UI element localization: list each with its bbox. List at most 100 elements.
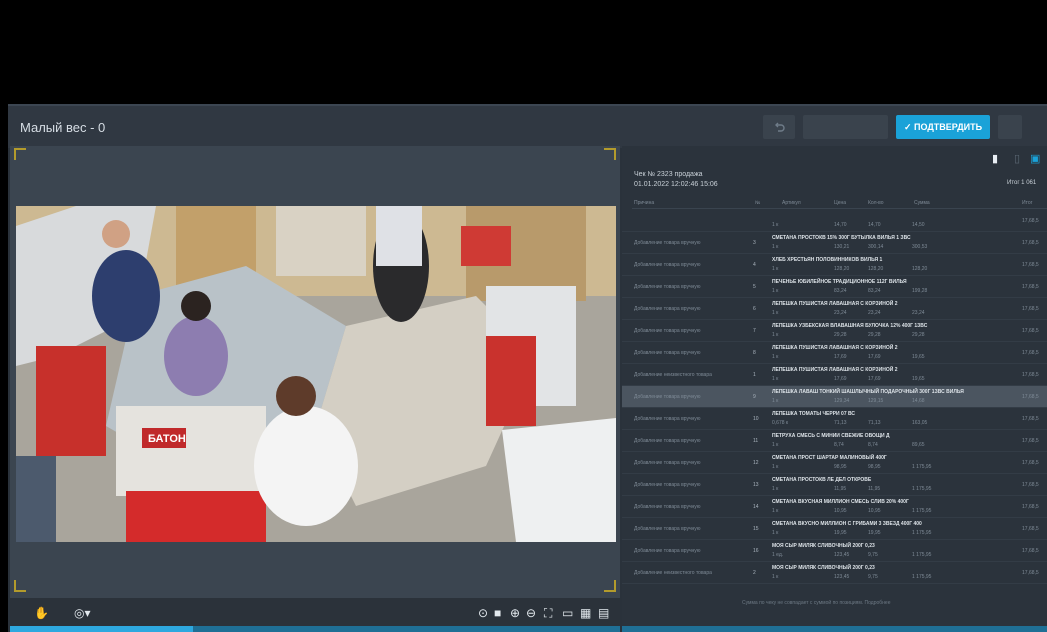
row-unit: 1 к [772, 288, 779, 294]
row-total: 17,68,5 [1022, 438, 1039, 444]
row-reason: Добавление товара вручную [634, 306, 701, 312]
row-total: 17,68,5 [1022, 526, 1039, 532]
zoom-in-icon[interactable]: ⊕ [510, 606, 520, 620]
reject-button[interactable] [803, 115, 888, 139]
row-unit: 0,678 к [772, 420, 789, 426]
receipt-row[interactable]: Добавление неизвестного товара 1 ЛЕПЕШКА П… [622, 364, 1047, 386]
row-price: 129,34 [834, 398, 850, 404]
document-icon[interactable]: ▮ [992, 152, 998, 165]
row-unit: 1 к [772, 530, 779, 536]
row-price: 123,45 [834, 552, 850, 558]
row-price: 123,45 [834, 574, 850, 580]
row-quantity: 19,95 [868, 530, 881, 536]
row-price: 130,21 [834, 244, 850, 250]
receipt-datetime: 01.01.2022 12:02:46 15:06 [634, 181, 718, 188]
row-price: 83,24 [834, 288, 847, 294]
row-number: 9 [753, 394, 756, 400]
row-reason: Добавление товара вручную [634, 416, 701, 422]
receipt-row[interactable]: Добавление товара вручную 3 СМЕТАНА ПРОСТО… [622, 232, 1047, 254]
row-quantity: 83,24 [868, 288, 881, 294]
undo-icon [775, 122, 785, 132]
review-app: Малый вес - 0 ✓ ПОДТВЕРДИТЬ БАТОН ✋ ◎▾ ⊙… [8, 104, 1047, 632]
receipt-rows: 1 к 14,70 14,70 14,50 17,68,5 Добавление това… [622, 210, 1047, 584]
receipt-header: Чек № 2323 продажа 01.01.2022 12:02:46 1… [634, 170, 718, 190]
row-quantity: 300,14 [868, 244, 884, 250]
row-reason: Добавление товара вручную [634, 526, 701, 532]
row-quantity: 14,70 [868, 222, 881, 228]
receipt-row[interactable]: Добавление товара вручную 12 СМЕТАНА ПРОСТ… [622, 452, 1047, 474]
row-quantity: 17,69 [868, 354, 881, 360]
row-reason: Добавление товара вручную [634, 262, 701, 268]
screenshot-icon[interactable]: ▭ [562, 606, 573, 620]
row-number: 10 [753, 416, 759, 422]
row-item-name: ХЛЕБ ХРЕСТЬЯН ПОЛОВИННИКОВ ВИЛЬЯ 1 [772, 257, 883, 263]
confirm-button[interactable]: ✓ ПОДТВЕРДИТЬ [896, 115, 990, 139]
row-reason: Добавление товара вручную [634, 504, 701, 510]
receipt-row[interactable]: Добавление товара вручную 9 ЛЕПЕШКА ЛАВАШ … [622, 386, 1047, 408]
receipt-row[interactable]: Добавление товара вручную 14 СМЕТАНА ВКУСН… [622, 496, 1047, 518]
row-sum: 14,50 [912, 222, 925, 228]
col-num: № [755, 200, 761, 206]
row-item-name: ЛЕПЕШКА ТОМАТЫ ЧЕРРИ 07 ВС [772, 411, 856, 417]
row-quantity: 9,75 [868, 552, 878, 558]
receipt-row[interactable]: Добавление товара вручную 4 ХЛЕБ ХРЕСТЬЯН … [622, 254, 1047, 276]
row-sum: 163,05 [912, 420, 928, 426]
row-total: 17,68,5 [1022, 372, 1039, 378]
row-quantity: 17,69 [868, 376, 881, 382]
row-total: 17,68,5 [1022, 548, 1039, 554]
camera-video[interactable]: БАТОН [16, 206, 616, 542]
row-sum: 199,28 [912, 288, 928, 294]
row-number: 16 [753, 548, 759, 554]
receipt-scrollbar[interactable] [622, 626, 1047, 632]
row-number: 12 [753, 460, 759, 466]
receipt-row[interactable]: Добавление товара вручную 5 ПЕЧЕНЬЕ ЮБИЛЕЙ… [622, 276, 1047, 298]
hand-icon[interactable]: ✋ [34, 606, 49, 620]
receipt-row[interactable]: Добавление товара вручную 13 СМЕТАНА ПРОСТ… [622, 474, 1047, 496]
more-button[interactable] [998, 115, 1022, 139]
list-icon[interactable]: ▯ [1014, 152, 1020, 165]
receipt-row[interactable]: 1 к 14,70 14,70 14,50 17,68,5 [622, 210, 1047, 232]
row-sum: 1 175,95 [912, 574, 932, 580]
row-unit: 1 к [772, 464, 779, 470]
top-toolbar: Малый вес - 0 ✓ ПОДТВЕРДИТЬ [8, 104, 1047, 148]
play-icon[interactable]: ⊙ [478, 606, 488, 620]
zoom-out-icon[interactable]: ⊖ [526, 606, 536, 620]
row-item-name: ПЕЧЕНЬЕ ЮБИЛЕЙНОЕ ТРАДИЦИОННОЕ 112Г ВИЛЬ… [772, 279, 907, 285]
layout-icon[interactable]: ▤ [598, 606, 609, 620]
row-reason: Добавление неизвестного товара [634, 372, 712, 378]
row-unit: 1 к [772, 376, 779, 382]
fullscreen-icon[interactable]: ⛶ [544, 606, 552, 621]
camera-icon[interactable]: ■ [494, 606, 501, 620]
row-sum: 1 175,95 [912, 464, 932, 470]
receipt-row[interactable]: Добавление товара вручную 16 МОЯ СЫР МИЛЯК… [622, 540, 1047, 562]
video-progress-bar[interactable] [10, 626, 620, 632]
receipt-row[interactable]: Добавление товара вручную 8 ЛЕПЕШКА ПУШИСТ… [622, 342, 1047, 364]
row-number: 8 [753, 350, 756, 356]
receipt-row[interactable]: Добавление товара вручную 11 ПЕТРУХА СМЕСЬ… [622, 430, 1047, 452]
receipt-row[interactable]: Добавление товара вручную 15 СМЕТАНА ВКУСН… [622, 518, 1047, 540]
undo-button[interactable] [763, 115, 795, 139]
receipt-row[interactable]: Добавление товара вручную 10 ЛЕПЕШКА ТОМАТ… [622, 408, 1047, 430]
row-quantity: 11,95 [868, 486, 881, 492]
row-item-name: ЛЕПЕШКА ПУШИСТАЯ ЛАВАШНАЯ С КОРЗИНОЙ 2 [772, 301, 898, 307]
row-price: 11,95 [834, 486, 847, 492]
row-unit: 1 к [772, 266, 779, 272]
frame-corner [604, 148, 616, 160]
video-progress-fill [10, 626, 193, 632]
row-quantity: 128,20 [868, 266, 884, 272]
grid-icon[interactable]: ▦ [580, 606, 591, 620]
row-sum: 14,68 [912, 398, 925, 404]
video-panel: БАТОН ✋ ◎▾ ⊙ ■ ⊕ ⊖ ⛶ ▭ ▦ ▤ [10, 146, 620, 632]
row-number: 4 [753, 262, 756, 268]
receipt-row[interactable]: Добавление неизвестного товара 2 МОЯ СЫР М… [622, 562, 1047, 584]
receipt-row[interactable]: Добавление товара вручную 7 ЛЕПЕШКА УЗБЕКС… [622, 320, 1047, 342]
frame-corner [14, 148, 26, 160]
row-sum: 128,20 [912, 266, 928, 272]
row-number: 15 [753, 526, 759, 532]
row-unit: 1 к [772, 332, 779, 338]
row-price: 17,69 [834, 354, 847, 360]
speed-icon[interactable]: ◎▾ [74, 606, 91, 620]
receipt-row[interactable]: Добавление товара вручную 6 ЛЕПЕШКА ПУШИСТ… [622, 298, 1047, 320]
receipt-total: Итог 1 061 [1007, 180, 1037, 186]
grid-view-icon[interactable]: ▣ [1030, 152, 1040, 165]
